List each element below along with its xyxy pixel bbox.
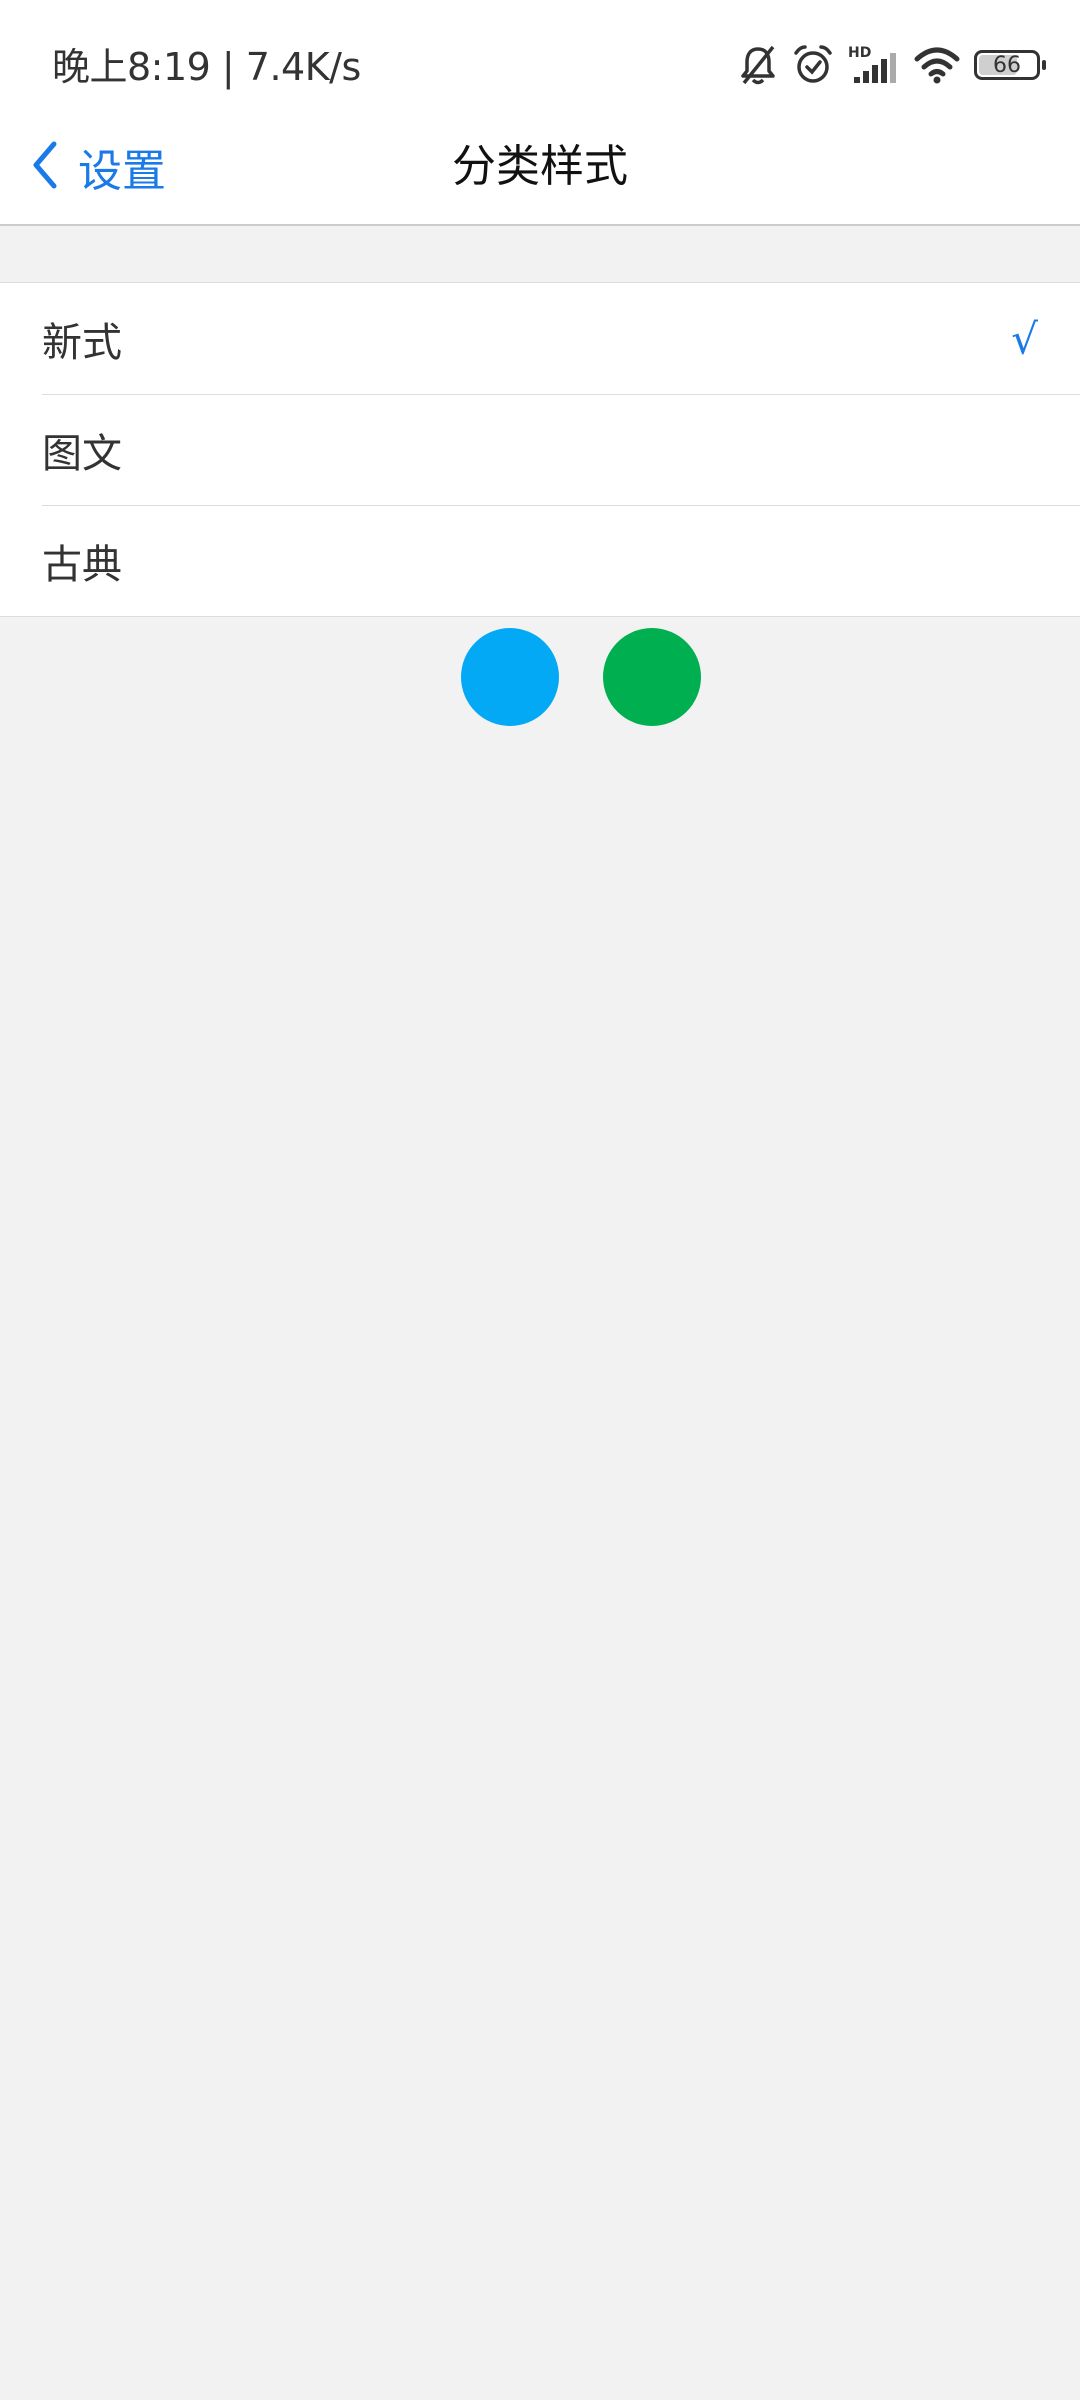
option-label: 图文	[42, 430, 122, 477]
back-button[interactable]: 设置	[30, 110, 166, 224]
bell-muted-icon	[738, 43, 778, 87]
option-item-new[interactable]: 新式 √	[0, 283, 1080, 394]
battery-indicator: 66	[974, 50, 1046, 80]
loading-indicator	[461, 628, 701, 726]
svg-text:HD: HD	[848, 45, 871, 61]
loading-dot-blue	[461, 628, 559, 726]
hd-signal-icon: HD	[848, 43, 900, 87]
status-bar: 晚上8:19 | 7.4K/s HD 66	[0, 0, 1080, 110]
status-icons: HD 66	[738, 40, 1046, 90]
option-label: 古典	[42, 541, 122, 588]
battery-level: 66	[993, 52, 1021, 78]
nav-bar: 分类样式 设置	[0, 110, 1080, 226]
wifi-icon	[914, 45, 960, 85]
back-label: 设置	[78, 146, 166, 197]
option-item-classic[interactable]: 古典	[0, 505, 1080, 616]
alarm-icon	[792, 43, 834, 87]
chevron-left-icon	[30, 140, 60, 194]
battery-icon: 66	[974, 50, 1046, 80]
style-options-list: 新式 √ 图文 古典	[0, 282, 1080, 617]
loading-dot-green	[603, 628, 701, 726]
check-icon: √	[1011, 314, 1038, 363]
status-time-speed: 晚上8:19 | 7.4K/s	[52, 45, 361, 89]
option-label: 新式	[42, 319, 122, 366]
option-item-graphic[interactable]: 图文	[0, 394, 1080, 505]
